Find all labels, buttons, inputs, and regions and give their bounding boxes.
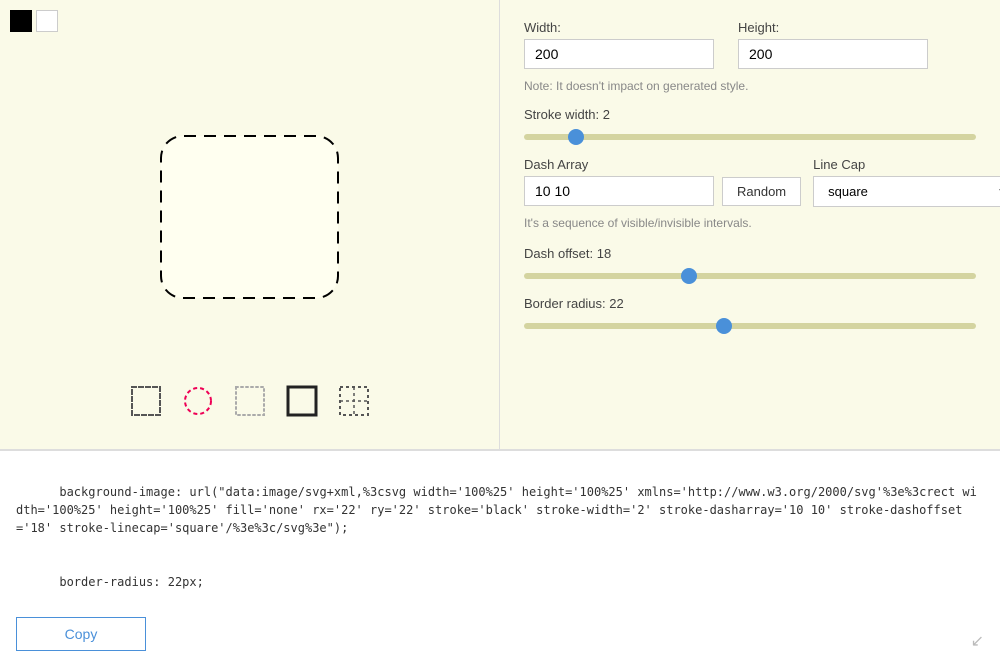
bottom-footer: Copy ↙ <box>16 617 984 651</box>
resize-handle[interactable]: ↙ <box>971 631 984 651</box>
dash-offset-slider[interactable] <box>524 273 976 279</box>
preset-icon-3[interactable] <box>232 383 268 419</box>
width-label: Width: <box>524 20 714 35</box>
stroke-width-slider[interactable] <box>524 134 976 140</box>
height-label: Height: <box>738 20 928 35</box>
height-input[interactable] <box>738 39 928 69</box>
copy-button[interactable]: Copy <box>16 617 146 651</box>
random-button[interactable]: Random <box>722 177 801 206</box>
dash-offset-container: Dash offset: 18 <box>524 246 976 282</box>
dash-array-group: Dash Array Random <box>524 157 801 207</box>
preview-svg <box>157 132 342 302</box>
border-radius-label: Border radius: 22 <box>524 296 976 311</box>
bottom-section: background-image: url("data:image/svg+xm… <box>0 450 1000 661</box>
swatch-white[interactable] <box>36 10 58 32</box>
right-panel: Width: Height: Note: It doesn't impact o… <box>500 0 1000 449</box>
height-group: Height: <box>738 20 928 69</box>
code-line2: border-radius: 22px; <box>59 575 204 589</box>
preset-icons <box>128 383 372 439</box>
dash-offset-label: Dash offset: 18 <box>524 246 976 261</box>
dash-array-row: Dash Array Random Line Cap butt round sq… <box>524 157 976 207</box>
preset-icon-4[interactable] <box>284 383 320 419</box>
preview-area <box>10 10 489 383</box>
color-swatches <box>10 10 58 32</box>
linecap-group: Line Cap butt round square <box>813 157 1000 207</box>
dash-array-input[interactable] <box>524 176 714 206</box>
stroke-width-label: Stroke width: 2 <box>524 107 976 122</box>
dimension-row: Width: Height: <box>524 20 976 69</box>
left-panel <box>0 0 500 449</box>
dimension-note: Note: It doesn't impact on generated sty… <box>524 79 976 93</box>
main-container: Width: Height: Note: It doesn't impact o… <box>0 0 1000 661</box>
preset-icon-1[interactable] <box>128 383 164 419</box>
width-group: Width: <box>524 20 714 69</box>
stroke-width-container: Stroke width: 2 <box>524 107 976 143</box>
sequence-note: It's a sequence of visible/invisible int… <box>524 215 976 232</box>
top-section: Width: Height: Note: It doesn't impact o… <box>0 0 1000 450</box>
swatch-black[interactable] <box>10 10 32 32</box>
border-radius-container: Border radius: 22 <box>524 296 976 332</box>
preset-icon-5[interactable] <box>336 383 372 419</box>
code-output: background-image: url("data:image/svg+xm… <box>16 465 984 609</box>
border-radius-slider[interactable] <box>524 323 976 329</box>
width-input[interactable] <box>524 39 714 69</box>
linecap-select[interactable]: butt round square <box>813 176 1000 207</box>
linecap-label: Line Cap <box>813 157 1000 172</box>
code-line1: background-image: url("data:image/svg+xm… <box>16 485 977 535</box>
dash-array-label: Dash Array <box>524 157 801 172</box>
preset-icon-2[interactable] <box>180 383 216 419</box>
